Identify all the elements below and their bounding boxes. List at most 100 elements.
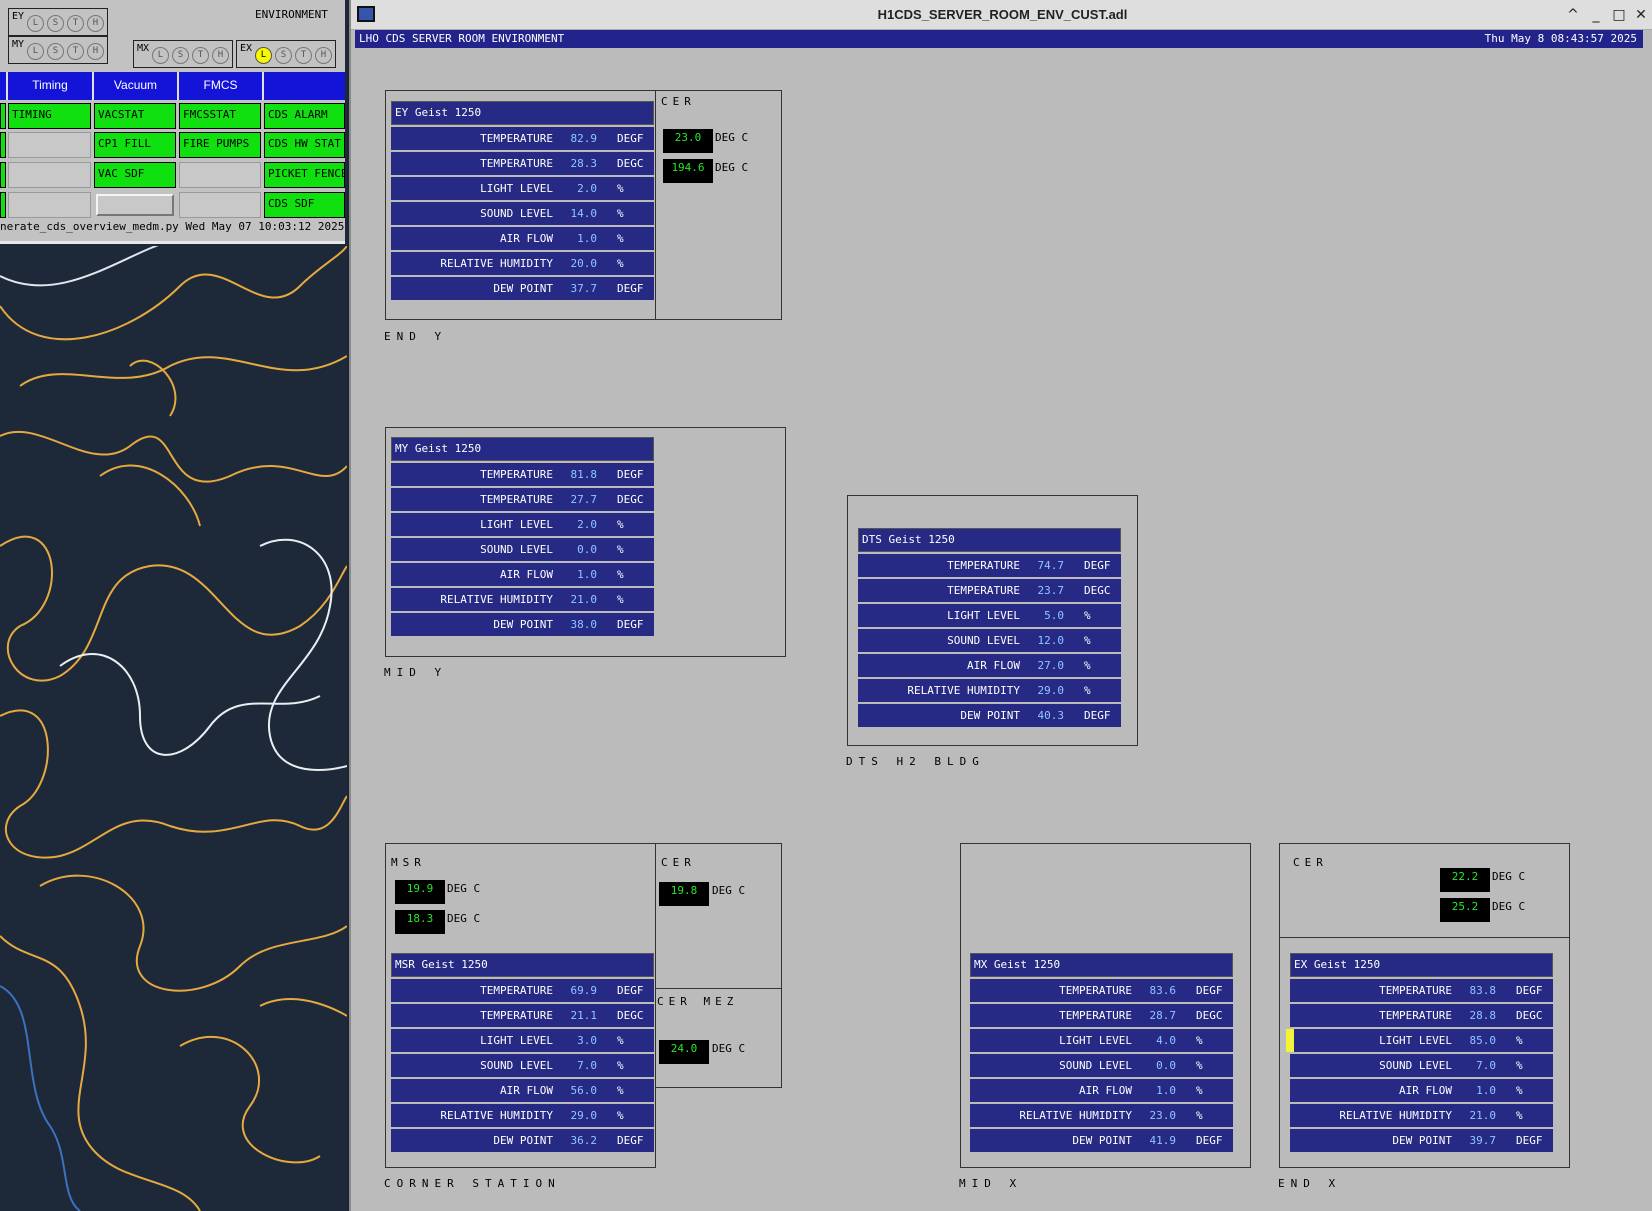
fire-pumps-button[interactable]: FIRE PUMPS bbox=[179, 132, 261, 158]
sensor-value: 2.0 bbox=[577, 518, 597, 531]
tab-fmcs[interactable]: FMCS bbox=[177, 72, 262, 100]
sensor-value: 2.0 bbox=[577, 182, 597, 195]
cer-mez-label: CER MEZ bbox=[657, 995, 739, 1008]
sensor-unit: % bbox=[1084, 684, 1091, 697]
window-titlebar[interactable]: H1CDS_SERVER_ROOM_ENV_CUST.adl ^ _ □ ✕ bbox=[351, 0, 1652, 30]
msr-label: MSR bbox=[391, 856, 426, 869]
sensor-value: 23.7 bbox=[1037, 584, 1065, 597]
ey-light-led: L bbox=[27, 15, 44, 32]
end-x-label: END X bbox=[1278, 1177, 1342, 1190]
geist-title: DTS Geist 1250 bbox=[858, 528, 1121, 552]
end-y-cer-temp-1: 23.0 bbox=[663, 129, 713, 153]
row-indicator bbox=[0, 192, 6, 218]
close-button[interactable]: ✕ bbox=[1631, 5, 1651, 25]
cp1-fill-button[interactable]: CP1 FILL bbox=[94, 132, 176, 158]
sensor-unit: % bbox=[617, 568, 624, 581]
sensor-row: TEMPERATURE 69.9 DEGF bbox=[391, 979, 654, 1002]
sensor-name: DEW POINT bbox=[493, 282, 553, 295]
sensor-value: 37.7 bbox=[570, 282, 598, 295]
sensor-unit: % bbox=[617, 207, 624, 220]
sensor-unit: DEGF bbox=[1084, 709, 1111, 722]
sensor-value: 1.0 bbox=[1156, 1084, 1176, 1097]
tab-vacuum[interactable]: Vacuum bbox=[92, 72, 177, 100]
end-y-cer-label: CER bbox=[661, 95, 696, 108]
sensor-value: 1.0 bbox=[1476, 1084, 1496, 1097]
sensor-name: RELATIVE HUMIDITY bbox=[1019, 1109, 1132, 1122]
sensor-name: AIR FLOW bbox=[967, 659, 1020, 672]
sensor-unit: % bbox=[617, 1084, 624, 1097]
unit-label: DEG C bbox=[715, 161, 749, 174]
ex-temp-led: T bbox=[295, 47, 312, 64]
tab-timing[interactable]: Timing bbox=[6, 72, 92, 100]
cds-overview-window: EY L S T H MY L S T H ENVIRONMENT MX L S… bbox=[0, 0, 347, 1211]
sensor-value: 85.0 bbox=[1469, 1034, 1497, 1047]
mx-light-led: L bbox=[152, 47, 169, 64]
sensor-row: RELATIVE HUMIDITY 29.0% bbox=[391, 1104, 654, 1127]
shade-button[interactable]: ^ bbox=[1563, 5, 1583, 25]
ey-humidity-led: H bbox=[87, 15, 104, 32]
sensor-value: 21.0 bbox=[1469, 1109, 1497, 1122]
sensor-unit: DEGF bbox=[1196, 1134, 1223, 1147]
mid-x-label: MID X bbox=[959, 1177, 1023, 1190]
sensor-name: SOUND LEVEL bbox=[947, 634, 1020, 647]
sensor-name: LIGHT LEVEL bbox=[480, 1034, 553, 1047]
unit-label: DEG C bbox=[447, 882, 481, 895]
sensor-value: 7.0 bbox=[1476, 1059, 1496, 1072]
sensor-value: 27.7 bbox=[570, 493, 598, 506]
sensor-row: TEMPERATURE 28.8 DEGC bbox=[1290, 1004, 1553, 1027]
corner-cer-label: CER bbox=[661, 856, 696, 869]
dts-geist-table: DTS Geist 1250 TEMPERATURE 74.7 DEGF TEMPERA… bbox=[858, 528, 1121, 727]
unit-label: DEG C bbox=[447, 912, 481, 925]
sensor-value: 69.9 bbox=[570, 984, 598, 997]
text-entry-field[interactable] bbox=[96, 194, 174, 216]
timing-button[interactable]: TIMING bbox=[8, 103, 91, 129]
msr-temp-1: 19.9 bbox=[395, 880, 445, 904]
sensor-name: TEMPERATURE bbox=[947, 559, 1020, 572]
sensor-value: 81.8 bbox=[570, 468, 598, 481]
sensor-name: TEMPERATURE bbox=[947, 584, 1020, 597]
sensor-name: TEMPERATURE bbox=[1379, 1009, 1452, 1022]
cds-hw-stat-button[interactable]: CDS HW STAT bbox=[264, 132, 345, 158]
ey-sound-led: S bbox=[47, 15, 64, 32]
sensor-name: RELATIVE HUMIDITY bbox=[1339, 1109, 1452, 1122]
sensor-row: DEW POINT 36.2 DEGF bbox=[391, 1129, 654, 1152]
sensor-value: 56.0 bbox=[570, 1084, 598, 1097]
minimize-button[interactable]: _ bbox=[1586, 5, 1606, 25]
sensor-row: LIGHT LEVEL 2.0% bbox=[391, 513, 654, 536]
fmcsstat-button[interactable]: FMCSSTAT bbox=[179, 103, 261, 129]
ey-geist-table: EY Geist 1250 TEMPERATURE 82.9 DEGF TEMPERAT… bbox=[391, 101, 654, 300]
sensor-row: SOUND LEVEL 7.0% bbox=[1290, 1054, 1553, 1077]
cer-mez-temp: 24.0 bbox=[659, 1040, 709, 1064]
sensor-unit: % bbox=[1196, 1109, 1203, 1122]
sensor-row: SOUND LEVEL 0.0% bbox=[970, 1054, 1233, 1077]
sensor-unit: % bbox=[1196, 1059, 1203, 1072]
end-x-cer-label: CER bbox=[1293, 856, 1328, 869]
tab-cds[interactable] bbox=[262, 72, 345, 100]
row-indicator bbox=[0, 103, 6, 129]
sensor-value: 83.8 bbox=[1469, 984, 1497, 997]
sensor-name: RELATIVE HUMIDITY bbox=[440, 257, 553, 270]
maximize-button[interactable]: □ bbox=[1609, 5, 1629, 25]
vacstat-button[interactable]: VACSTAT bbox=[94, 103, 176, 129]
sensor-row: DEW POINT 40.3 DEGF bbox=[858, 704, 1121, 727]
sensor-value: 83.6 bbox=[1149, 984, 1177, 997]
sensor-row: SOUND LEVEL 14.0% bbox=[391, 202, 654, 225]
sensor-value: 3.0 bbox=[577, 1034, 597, 1047]
picket-fence-button[interactable]: PICKET FENCE bbox=[264, 162, 345, 188]
sensor-name: SOUND LEVEL bbox=[480, 207, 553, 220]
sensor-unit: % bbox=[1196, 1034, 1203, 1047]
sensor-row: LIGHT LEVEL 4.0% bbox=[970, 1029, 1233, 1052]
cds-alarm-button[interactable]: CDS ALARM bbox=[264, 103, 345, 129]
sensor-unit: % bbox=[617, 518, 624, 531]
sensor-name: TEMPERATURE bbox=[480, 157, 553, 170]
sensor-row: SOUND LEVEL 0.0% bbox=[391, 538, 654, 561]
sensor-row: AIR FLOW 1.0% bbox=[970, 1079, 1233, 1102]
sensor-value: 14.0 bbox=[570, 207, 598, 220]
end-y-label: END Y bbox=[384, 330, 448, 343]
sensor-name: TEMPERATURE bbox=[1059, 1009, 1132, 1022]
cds-sdf-button[interactable]: CDS SDF bbox=[264, 192, 345, 218]
sensor-value: 39.7 bbox=[1469, 1134, 1497, 1147]
ex-label: EX bbox=[240, 43, 253, 54]
vac-sdf-button[interactable]: VAC SDF bbox=[94, 162, 176, 188]
empty-slot bbox=[179, 192, 261, 218]
